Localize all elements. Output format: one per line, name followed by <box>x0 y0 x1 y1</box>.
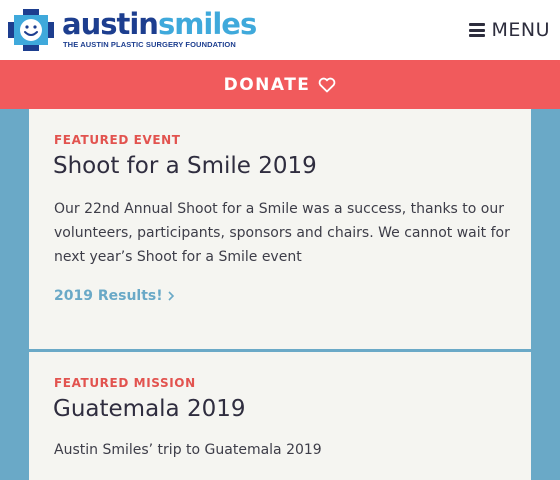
heart-outline-icon <box>319 77 336 92</box>
logo-word-austin: austin <box>62 7 159 41</box>
card-description: Austin Smiles’ trip to Guatemala 2019 <box>54 442 322 458</box>
card-title: Shoot for a Smile 2019 <box>53 153 317 179</box>
card-kicker: FEATURED MISSION <box>54 376 196 390</box>
hamburger-icon <box>469 23 486 37</box>
card-title: Guatemala 2019 <box>53 396 246 422</box>
cross-smile-icon <box>8 9 54 51</box>
logo-word-smiles: smiles <box>157 7 257 41</box>
chevron-right-icon <box>168 291 174 301</box>
logo-wordmark: austinsmiles <box>62 7 257 41</box>
card-kicker: FEATURED EVENT <box>54 133 181 147</box>
donate-button[interactable]: DONATE <box>0 60 560 109</box>
menu-label: MENU <box>491 19 550 41</box>
results-link-label: 2019 Results! <box>54 288 163 304</box>
results-link[interactable]: 2019 Results! <box>54 288 175 304</box>
card-description: Our 22nd Annual Shoot for a Smile was a … <box>54 201 510 265</box>
featured-event-card: FEATURED EVENT Shoot for a Smile 2019 Ou… <box>29 109 531 349</box>
donate-label: DONATE <box>223 74 311 95</box>
menu-button[interactable]: MENU <box>469 18 550 42</box>
featured-mission-card: FEATURED MISSION Guatemala 2019 Austin S… <box>29 352 531 480</box>
site-logo[interactable]: austinsmiles THE AUSTIN PLASTIC SURGERY … <box>8 7 257 53</box>
logo-tagline: THE AUSTIN PLASTIC SURGERY FOUNDATION <box>63 40 236 49</box>
site-header: austinsmiles THE AUSTIN PLASTIC SURGERY … <box>0 0 560 60</box>
